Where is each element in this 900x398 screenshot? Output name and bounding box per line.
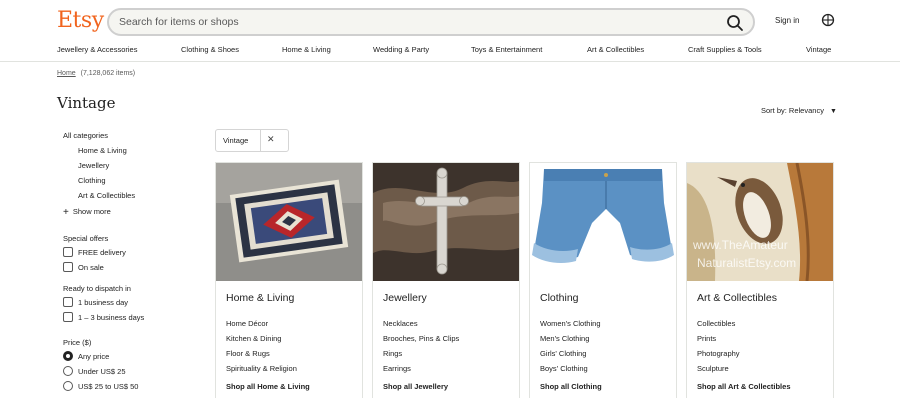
card-link-floor-rugs[interactable]: Floor & Rugs — [226, 349, 270, 358]
card-link-rings[interactable]: Rings — [383, 349, 402, 358]
show-more-label: Show more — [72, 207, 111, 216]
watermark-line-1: www.TheAmateur — [692, 238, 788, 252]
card-title[interactable]: Art & Collectibles — [697, 292, 777, 304]
show-more-button[interactable]: + Show more — [63, 207, 111, 218]
card-link-brooches[interactable]: Brooches, Pins & Clips — [383, 334, 459, 343]
chip-label: Vintage — [223, 136, 249, 145]
sign-in-link[interactable]: Sign in — [775, 16, 799, 25]
dispatch-1-day-label[interactable]: 1 business day — [78, 298, 128, 307]
card-link-necklaces[interactable]: Necklaces — [383, 319, 418, 328]
any-price-label[interactable]: Any price — [78, 352, 109, 361]
card-link-sculpture[interactable]: Sculpture — [697, 364, 729, 373]
nav-home-living[interactable]: Home & Living — [282, 45, 331, 54]
dispatch-1-day-checkbox[interactable] — [63, 297, 73, 307]
watermark-line-2: NaturalistEtsy.com — [697, 256, 796, 270]
shop-all-link[interactable]: Shop all Home & Living — [226, 382, 310, 391]
card-title[interactable]: Home & Living — [226, 292, 294, 304]
search-input[interactable] — [119, 15, 679, 29]
all-categories-link[interactable]: All categories — [63, 131, 108, 140]
search-icon[interactable] — [725, 13, 745, 33]
any-price-radio[interactable] — [63, 351, 73, 361]
free-delivery-label[interactable]: FREE delivery — [78, 248, 126, 257]
shop-all-link[interactable]: Shop all Clothing — [540, 382, 602, 391]
card-title[interactable]: Clothing — [540, 292, 579, 304]
rug-image — [216, 163, 362, 281]
card-link-boys-clothing[interactable]: Boys' Clothing — [540, 364, 588, 373]
special-offers-heading: Special offers — [63, 234, 109, 243]
denim-shorts-image — [530, 163, 676, 281]
breadcrumb-home-link[interactable]: Home — [57, 70, 76, 77]
page-title: Vintage — [57, 94, 116, 112]
card-link-womens-clothing[interactable]: Women's Clothing — [540, 319, 601, 328]
sidebar-category-home-living[interactable]: Home & Living — [78, 146, 127, 155]
dispatch-1-3-days-checkbox[interactable] — [63, 312, 73, 322]
chip-divider — [260, 130, 261, 151]
nav-jewellery-accessories[interactable]: Jewellery & Accessories — [57, 45, 137, 54]
dispatch-heading: Ready to dispatch in — [63, 284, 131, 293]
dispatch-1-3-days-label[interactable]: 1 – 3 business days — [78, 313, 144, 322]
nav-clothing-shoes[interactable]: Clothing & Shoes — [181, 45, 239, 54]
category-nav: Jewellery & Accessories Clothing & Shoes… — [57, 45, 837, 57]
nav-craft-supplies[interactable]: Craft Supplies & Tools — [688, 45, 762, 54]
card-link-girls-clothing[interactable]: Girls' Clothing — [540, 349, 586, 358]
shop-all-link[interactable]: Shop all Art & Collectibles — [697, 382, 791, 391]
25-to-50-radio[interactable] — [63, 381, 73, 391]
category-card-art-collectibles[interactable]: www.TheAmateur NaturalistEtsy.com Art & … — [686, 162, 834, 398]
category-card-clothing[interactable]: Clothing Women's Clothing Men's Clothing… — [529, 162, 677, 398]
caret-down-icon: ▼ — [830, 108, 837, 115]
nav-art-collectibles[interactable]: Art & Collectibles — [587, 45, 644, 54]
close-icon[interactable]: ✕ — [267, 134, 275, 145]
nav-vintage[interactable]: Vintage — [806, 45, 831, 54]
sidebar-category-art-collectibles[interactable]: Art & Collectibles — [78, 191, 135, 200]
on-sale-label[interactable]: On sale — [78, 263, 104, 272]
search-bar[interactable] — [107, 8, 755, 36]
plus-icon: + — [63, 207, 69, 218]
card-title[interactable]: Jewellery — [383, 292, 427, 304]
breadcrumb: Home (7,128,062 items) — [57, 70, 135, 77]
active-filter-chip: Vintage ✕ — [215, 129, 289, 152]
card-link-kitchen-dining[interactable]: Kitchen & Dining — [226, 334, 281, 343]
card-link-home-decor[interactable]: Home Décor — [226, 319, 268, 328]
sidebar-category-clothing[interactable]: Clothing — [78, 176, 106, 185]
category-card-jewellery[interactable]: Jewellery Necklaces Brooches, Pins & Cli… — [372, 162, 520, 398]
card-link-spirituality-religion[interactable]: Spirituality & Religion — [226, 364, 297, 373]
cart-icon[interactable] — [821, 13, 835, 27]
card-link-earrings[interactable]: Earrings — [383, 364, 411, 373]
card-link-collectibles[interactable]: Collectibles — [697, 319, 735, 328]
site-header: Etsy Sign in Jewellery & Accessories Clo… — [0, 0, 900, 62]
under-25-label[interactable]: Under US$ 25 — [78, 367, 126, 376]
on-sale-checkbox[interactable] — [63, 262, 73, 272]
price-heading: Price ($) — [63, 338, 92, 347]
nav-toys-entertainment[interactable]: Toys & Entertainment — [471, 45, 542, 54]
sidebar-category-jewellery[interactable]: Jewellery — [78, 161, 109, 170]
card-link-prints[interactable]: Prints — [697, 334, 716, 343]
card-link-photography[interactable]: Photography — [697, 349, 740, 358]
bird-print-image: www.TheAmateur NaturalistEtsy.com — [687, 163, 833, 281]
card-link-mens-clothing[interactable]: Men's Clothing — [540, 334, 589, 343]
sort-label: Sort by: Relevancy — [761, 106, 824, 115]
nav-wedding-party[interactable]: Wedding & Party — [373, 45, 429, 54]
category-card-home-living[interactable]: Home & Living Home Décor Kitchen & Dinin… — [215, 162, 363, 398]
under-25-radio[interactable] — [63, 366, 73, 376]
etsy-logo[interactable]: Etsy — [57, 8, 104, 33]
sort-dropdown[interactable]: Sort by: Relevancy ▼ — [761, 106, 837, 115]
25-to-50-label[interactable]: US$ 25 to US$ 50 — [78, 382, 138, 391]
free-delivery-checkbox[interactable] — [63, 247, 73, 257]
crucifix-image — [373, 163, 519, 281]
item-count: (7,128,062 items) — [80, 70, 136, 77]
shop-all-link[interactable]: Shop all Jewellery — [383, 382, 448, 391]
